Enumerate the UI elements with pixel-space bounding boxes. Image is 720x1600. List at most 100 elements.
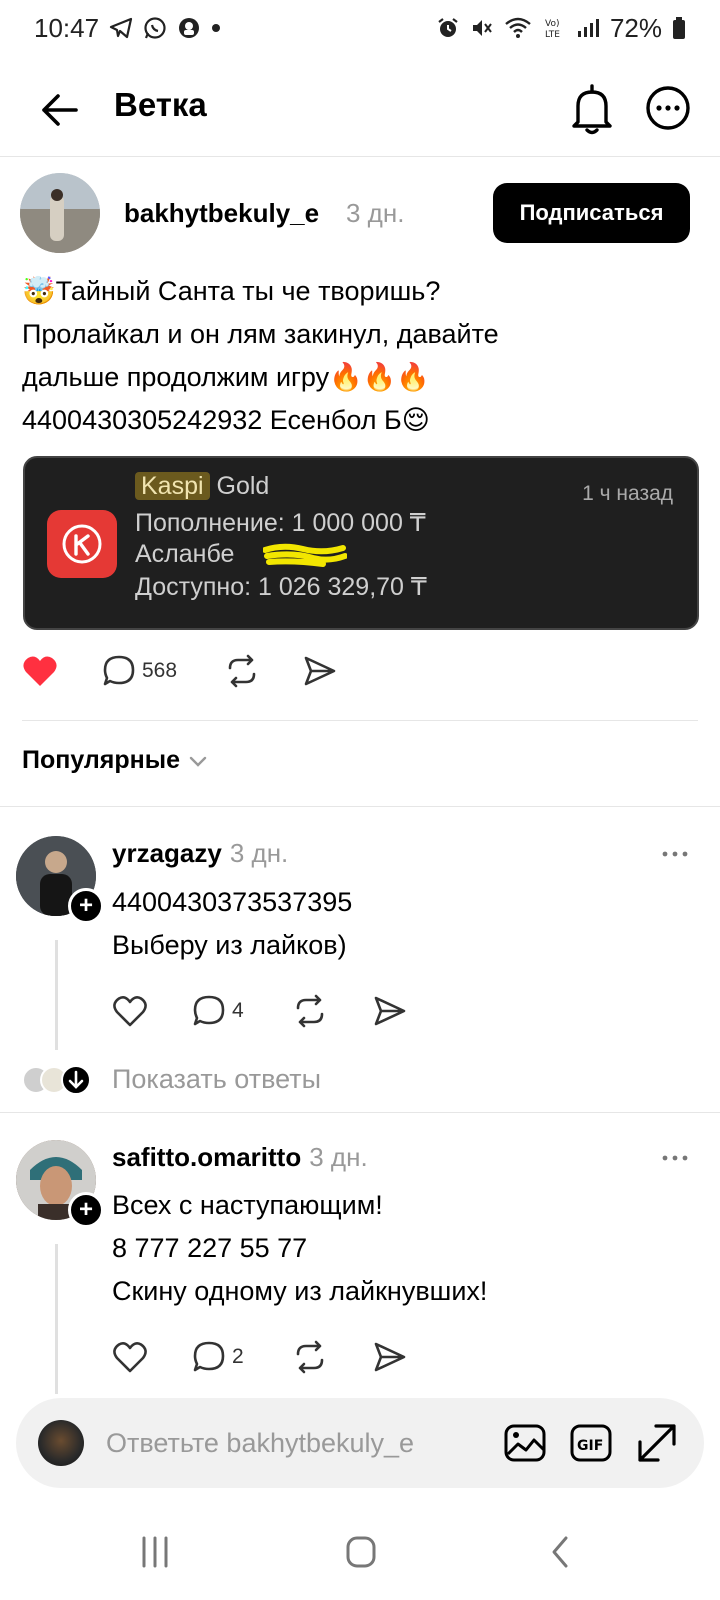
post-image-notification[interactable]: Kaspi Gold 1 ч назад Пополнение: 1 000 0…	[23, 456, 699, 630]
current-user-avatar	[38, 1420, 84, 1466]
repost-button[interactable]	[292, 1340, 328, 1374]
dot-icon	[211, 23, 221, 33]
comment-icon	[193, 995, 225, 1026]
post-author-avatar[interactable]	[20, 173, 100, 253]
comment-time: 3 дн.	[229, 838, 289, 868]
expand-icon[interactable]	[634, 1420, 680, 1466]
subscribe-button[interactable]: Подписаться	[493, 183, 690, 243]
header: Ветка	[0, 64, 720, 156]
notification-line-3: Доступно: 1 026 329,70 ₸	[135, 573, 427, 601]
repost-icon	[296, 1340, 324, 1374]
post-text-line: 4400430305242932 Есенбол Б😌	[22, 405, 430, 435]
more-horizontal-icon[interactable]	[660, 846, 690, 866]
gif-icon[interactable]: GIF	[568, 1420, 614, 1466]
post-text: 🤯Тайный Санта ты че творишь? Пролайкал и…	[22, 270, 702, 442]
notification-line-2: Асланбе	[135, 540, 235, 568]
heart-outline-icon	[113, 996, 147, 1027]
send-icon	[374, 996, 406, 1026]
back-arrow-icon[interactable]	[36, 86, 84, 134]
comment-button[interactable]: 4	[192, 994, 244, 1028]
comment-actions: 2	[0, 1340, 720, 1390]
comment-text-line: 8 777 227 55 77	[112, 1233, 308, 1263]
post-author-name[interactable]: bakhytbekuly_e	[124, 198, 319, 229]
comment-author-handle[interactable]: yrzagazy	[112, 838, 222, 868]
comment-text-line: Выберу из лайков)	[112, 930, 347, 960]
svg-text:GIF: GIF	[577, 1438, 603, 1454]
repost-button[interactable]	[224, 654, 260, 688]
comment-count: 4	[232, 999, 244, 1022]
status-bar: 10:47 Vo) LTE 72%	[0, 0, 720, 56]
image-icon[interactable]	[502, 1420, 548, 1466]
more-circle-icon[interactable]	[644, 84, 692, 132]
post-text-line: 🤯Тайный Санта ты че творишь?	[22, 276, 441, 306]
whatsapp-icon	[143, 16, 167, 40]
comment-text-line: 4400430373537395	[112, 887, 353, 917]
signal-icon	[576, 17, 600, 39]
battery-percent: 72%	[609, 12, 662, 43]
repost-icon	[296, 994, 324, 1028]
comment-time: 3 дн.	[309, 1142, 368, 1172]
comment-text-line: Скину одному из лайкнувших!	[112, 1276, 488, 1306]
share-button[interactable]	[372, 1340, 408, 1374]
comment-text-line: Всех с наступающим!	[112, 1190, 383, 1220]
more-horizontal-icon[interactable]	[660, 1150, 690, 1170]
comment-author-handle[interactable]: safitto.omaritto	[112, 1142, 301, 1172]
post-text-line: Пролайкал и он лям закинул, давайте	[22, 319, 499, 349]
sort-dropdown[interactable]: Популярные	[22, 746, 208, 775]
notification-time: 1 ч назад	[582, 482, 673, 505]
volte-icon: Vo) LTE	[542, 16, 566, 40]
home-icon[interactable]	[336, 1532, 386, 1572]
comment-author-name[interactable]: yrzagazy 3 дн.	[112, 838, 288, 869]
svg-text:Vo): Vo)	[545, 19, 559, 29]
back-icon[interactable]	[536, 1532, 586, 1572]
like-button[interactable]	[112, 994, 148, 1028]
follow-plus-icon[interactable]: +	[68, 1192, 104, 1228]
like-button[interactable]	[22, 654, 58, 688]
notification-app-name: Kaspi Gold	[135, 472, 269, 501]
reply-input[interactable]	[106, 1416, 476, 1470]
follow-plus-icon[interactable]: +	[68, 888, 104, 924]
header-divider	[0, 156, 720, 157]
comment-actions: 4	[0, 994, 720, 1044]
repost-icon	[228, 654, 256, 688]
heart-outline-icon	[113, 1342, 147, 1373]
send-icon	[374, 1342, 406, 1372]
notification-app-suffix: Gold	[209, 472, 270, 500]
repost-button[interactable]	[292, 994, 328, 1028]
heart-filled-icon	[23, 656, 57, 686]
send-icon	[304, 656, 336, 686]
svg-text:LTE: LTE	[545, 30, 560, 40]
page-title: Ветка	[114, 86, 207, 123]
post-divider	[22, 720, 698, 721]
battery-icon	[672, 16, 686, 40]
recent-apps-icon[interactable]	[130, 1532, 180, 1572]
kaspi-tag: Kaspi	[135, 472, 210, 500]
bell-icon[interactable]	[568, 82, 616, 138]
comment-count: 2	[232, 1345, 244, 1368]
comment-author-name[interactable]: safitto.omaritto 3 дн.	[112, 1142, 368, 1173]
notification-line-1: Пополнение: 1 000 000 ₸	[135, 509, 426, 537]
comment-divider	[0, 1112, 720, 1113]
share-button[interactable]	[302, 654, 338, 688]
section-divider	[0, 806, 720, 807]
wifi-icon	[504, 16, 532, 40]
like-button[interactable]	[112, 1340, 148, 1374]
comment-button[interactable]: 2	[192, 1340, 244, 1374]
comment-icon	[103, 655, 135, 686]
post-time: 3 дн.	[346, 198, 405, 228]
app-icon	[177, 16, 201, 40]
share-button[interactable]	[372, 994, 408, 1028]
telegram-icon	[109, 17, 133, 39]
section-title: Популярные	[22, 746, 181, 774]
post-actions: 568	[0, 654, 720, 704]
reply-avatars	[22, 1065, 91, 1095]
status-time: 10:47	[34, 12, 100, 43]
mute-icon	[470, 16, 494, 40]
kaspi-logo-icon	[47, 510, 117, 578]
comment-button[interactable]: 568	[102, 654, 177, 688]
post-text-line: дальше продолжим игру🔥🔥🔥	[22, 362, 430, 392]
chevron-down-icon	[189, 756, 207, 767]
alarm-icon	[436, 16, 460, 40]
show-replies-link[interactable]: Показать ответы	[112, 1064, 321, 1095]
reply-bar: GIF	[16, 1398, 704, 1488]
